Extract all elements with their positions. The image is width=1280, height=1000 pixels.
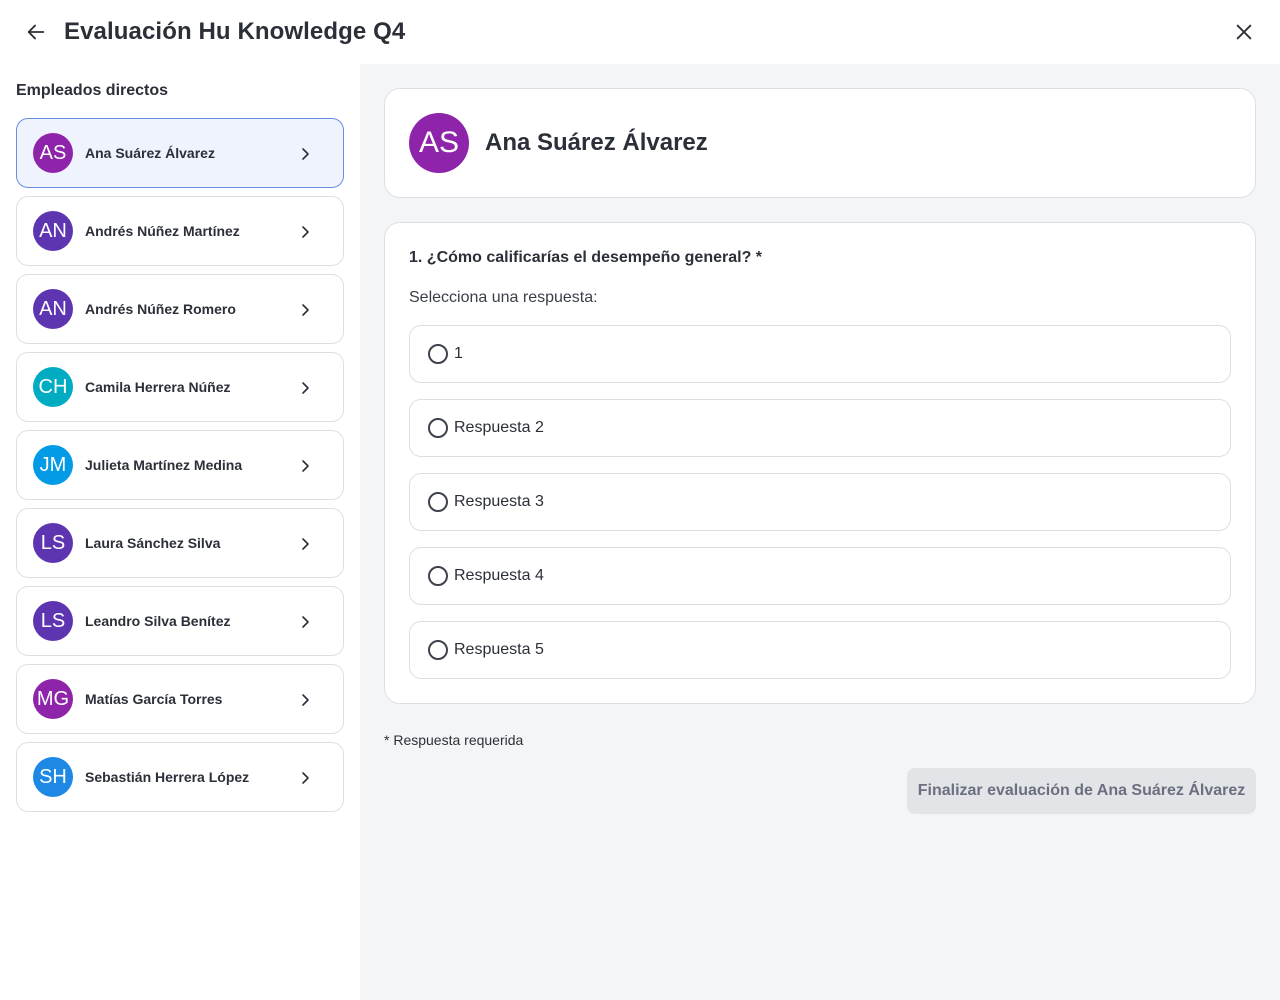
option-label: Respuesta 5 (454, 641, 544, 658)
employee-item-ana-suarez-alvarez[interactable]: AS Ana Suárez Álvarez (16, 118, 344, 188)
back-button[interactable] (20, 16, 52, 48)
chevron-right-icon (302, 226, 309, 238)
required-note: * Respuesta requerida (384, 732, 524, 748)
employee-name: Matías García Torres (85, 691, 223, 707)
option-label: Respuesta 2 (454, 419, 544, 436)
option-label: Respuesta 4 (454, 567, 544, 584)
arrow-left-icon (27, 24, 45, 40)
question-instruction: Selecciona una respuesta: (409, 289, 598, 306)
profile-avatar: AS (409, 113, 469, 173)
chevron-right-icon (302, 772, 309, 784)
avatar: AN (33, 289, 73, 329)
employee-name: Laura Sánchez Silva (85, 535, 221, 551)
employee-name: Ana Suárez Álvarez (85, 145, 215, 161)
chevron-right-icon (302, 148, 309, 160)
employee-item-julieta-martinez-medina[interactable]: JM Julieta Martínez Medina (16, 430, 344, 500)
radio-icon[interactable] (428, 640, 448, 660)
avatar: CH (33, 367, 73, 407)
employee-name: Leandro Silva Benítez (85, 613, 231, 629)
page-title: Evaluación Hu Knowledge Q4 (64, 18, 406, 45)
sidebar-title: Empleados directos (16, 82, 169, 99)
close-icon (1236, 24, 1252, 40)
question-card: 1. ¿Cómo calificarías el desempeño gener… (384, 222, 1256, 704)
chevron-right-icon (302, 382, 309, 394)
employee-name: Julieta Martínez Medina (85, 457, 243, 473)
option-label: 1 (454, 345, 463, 362)
avatar: LS (33, 523, 73, 563)
answer-option-2[interactable]: Respuesta 2 (409, 399, 1231, 457)
chevron-right-icon (302, 460, 309, 472)
employee-item-laura-sanchez-silva[interactable]: LS Laura Sánchez Silva (16, 508, 344, 578)
employee-item-sebastian-herrera-lopez[interactable]: SH Sebastián Herrera López (16, 742, 344, 812)
avatar: AS (33, 133, 73, 173)
answer-option-5[interactable]: Respuesta 5 (409, 621, 1231, 679)
main-panel: AS Ana Suárez Álvarez 1. ¿Cómo calificar… (360, 64, 1280, 1000)
employee-item-camila-herrera-nunez[interactable]: CH Camila Herrera Núñez (16, 352, 344, 422)
chevron-right-icon (302, 538, 309, 550)
employee-item-andres-nunez-romero[interactable]: AN Andrés Núñez Romero (16, 274, 344, 344)
top-bar: Evaluación Hu Knowledge Q4 (0, 0, 1280, 64)
option-label: Respuesta 3 (454, 493, 544, 510)
employee-item-matias-garcia-torres[interactable]: MG Matías García Torres (16, 664, 344, 734)
chevron-right-icon (302, 694, 309, 706)
radio-icon[interactable] (428, 566, 448, 586)
answer-option-3[interactable]: Respuesta 3 (409, 473, 1231, 531)
chevron-right-icon (302, 304, 309, 316)
chevron-right-icon (302, 616, 309, 628)
avatar: AN (33, 211, 73, 251)
answer-option-4[interactable]: Respuesta 4 (409, 547, 1231, 605)
employee-item-andres-nunez-martinez[interactable]: AN Andrés Núñez Martínez (16, 196, 344, 266)
employee-name: Sebastián Herrera López (85, 769, 250, 785)
question-text: 1. ¿Cómo calificarías el desempeño gener… (409, 249, 763, 266)
employee-list: AS Ana Suárez Álvarez AN Andrés Núñez Ma… (16, 118, 344, 820)
close-button[interactable] (1228, 16, 1260, 48)
avatar: JM (33, 445, 73, 485)
sidebar: Empleados directos AS Ana Suárez Álvarez… (0, 64, 360, 1000)
finish-evaluation-button[interactable]: Finalizar evaluación de Ana Suárez Álvar… (907, 768, 1256, 814)
radio-icon[interactable] (428, 344, 448, 364)
answer-option-1[interactable]: 1 (409, 325, 1231, 383)
employee-name: Camila Herrera Núñez (85, 379, 231, 395)
radio-icon[interactable] (428, 418, 448, 438)
employee-name: Andrés Núñez Martínez (85, 223, 240, 239)
profile-name: Ana Suárez Álvarez (485, 129, 708, 156)
employee-item-leandro-silva-benitez[interactable]: LS Leandro Silva Benítez (16, 586, 344, 656)
radio-icon[interactable] (428, 492, 448, 512)
answer-options: 1 Respuesta 2 Respuesta 3 Respuesta 4 Re… (409, 325, 1231, 695)
profile-card: AS Ana Suárez Álvarez (384, 88, 1256, 198)
employee-name: Andrés Núñez Romero (85, 301, 236, 317)
avatar: SH (33, 757, 73, 797)
avatar: LS (33, 601, 73, 641)
avatar: MG (33, 679, 73, 719)
